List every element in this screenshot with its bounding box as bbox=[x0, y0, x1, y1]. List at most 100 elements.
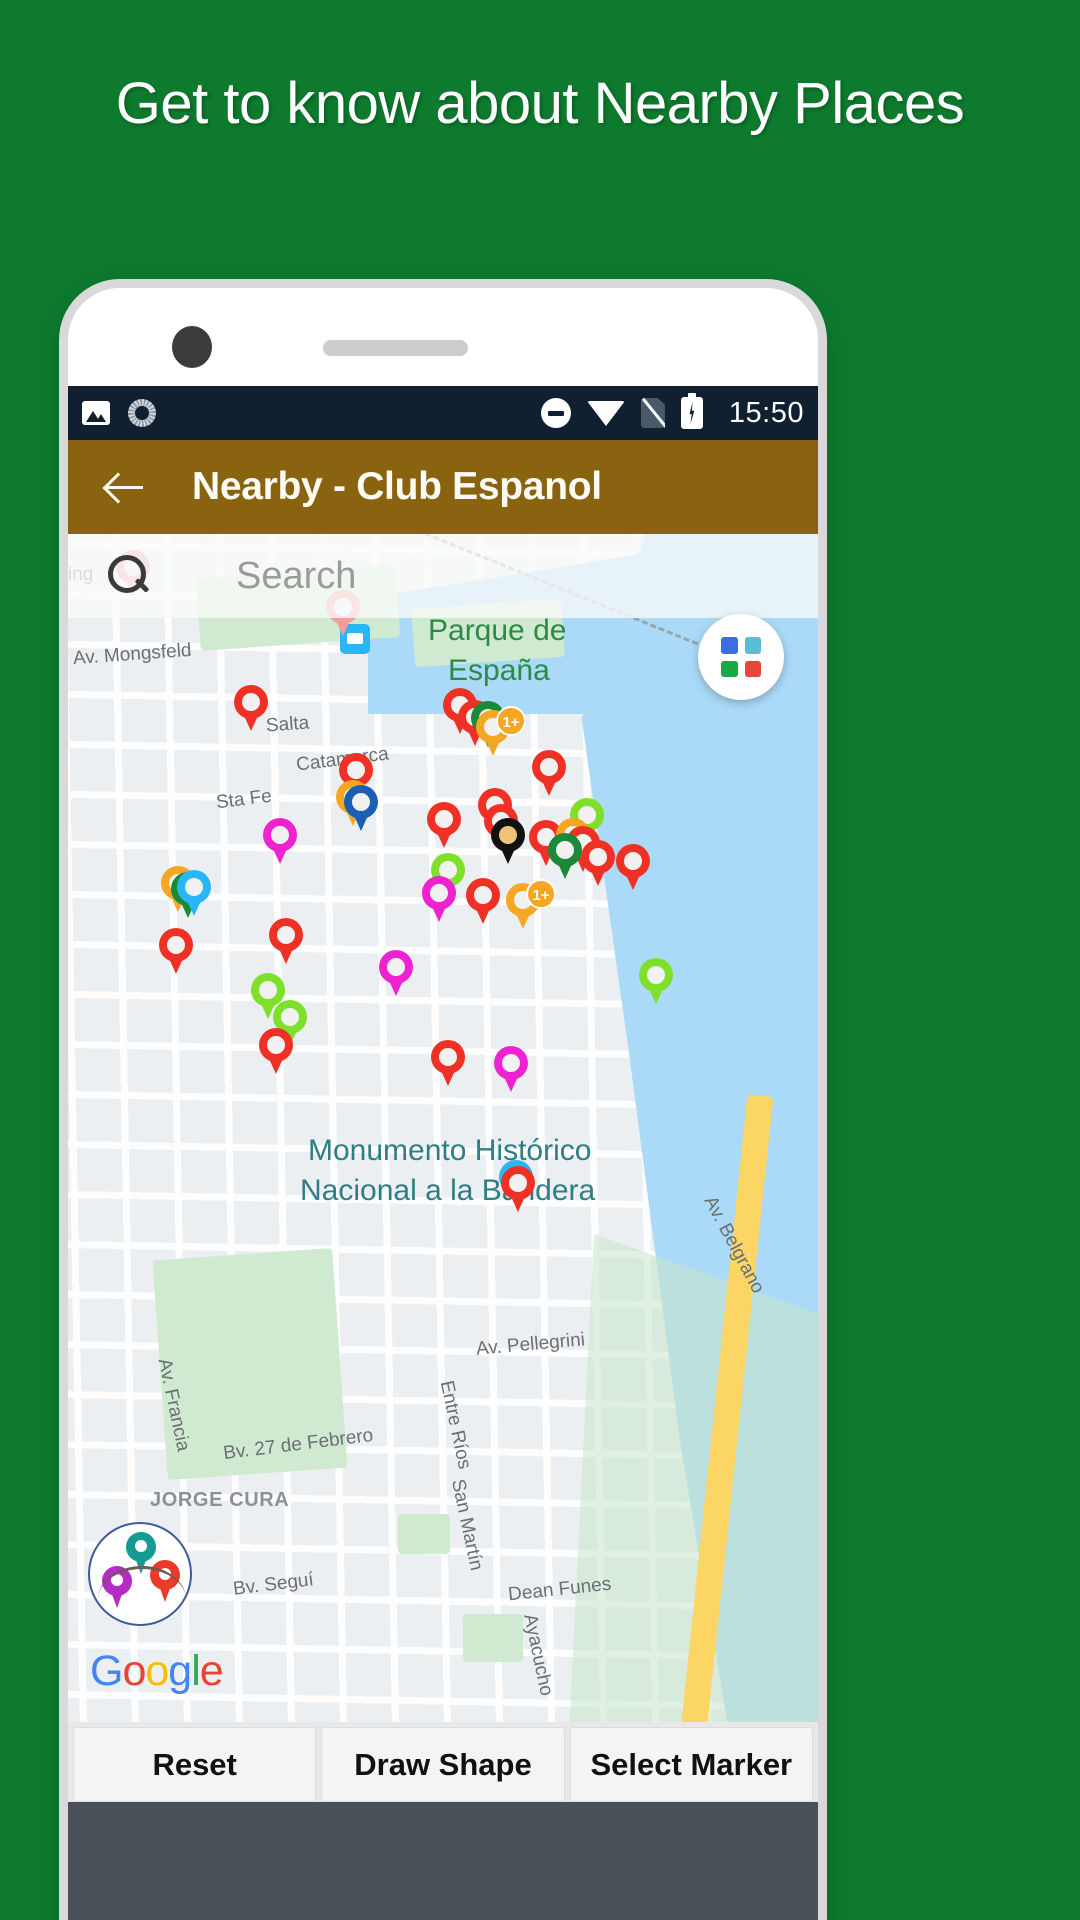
pin-dot bbox=[589, 848, 607, 866]
pin-tip bbox=[623, 868, 643, 890]
pin-dot bbox=[277, 926, 295, 944]
wifi-icon bbox=[586, 400, 625, 426]
select-marker-button[interactable]: Select Marker bbox=[569, 1727, 813, 1802]
pin-tip bbox=[386, 974, 406, 996]
category-square-green bbox=[721, 660, 738, 677]
cluster-marker[interactable]: 1+ bbox=[476, 706, 526, 756]
status-bar-left-icons bbox=[82, 399, 156, 427]
map-view[interactable]: Av. MongsfeldParque deEspañaSaltaCatamar… bbox=[68, 534, 818, 1722]
pin-dot bbox=[281, 1008, 299, 1026]
image-icon bbox=[82, 401, 110, 425]
battery-charging-icon bbox=[680, 393, 703, 429]
pin-tip bbox=[501, 1070, 521, 1092]
pin-dot bbox=[499, 826, 517, 844]
app-bar: Nearby - Club Espanol bbox=[68, 440, 818, 534]
pin-tip bbox=[184, 894, 204, 916]
place-marker[interactable] bbox=[494, 1046, 528, 1092]
category-square-red bbox=[744, 660, 761, 677]
reset-button[interactable]: Reset bbox=[73, 1727, 317, 1802]
pin-dot bbox=[502, 1054, 520, 1072]
phone-frame: 15:50 Nearby - Club Espanol Av. Mongsfel… bbox=[68, 288, 818, 1920]
promo-headline: Get to know about Nearby Places bbox=[115, 71, 965, 136]
place-marker[interactable] bbox=[422, 876, 456, 922]
place-marker[interactable] bbox=[379, 950, 413, 996]
place-marker[interactable] bbox=[344, 785, 378, 831]
category-square-blue bbox=[721, 637, 738, 654]
google-letter: o bbox=[145, 1647, 169, 1695]
nearby-places-logo bbox=[88, 1522, 192, 1626]
google-letter: o bbox=[122, 1647, 146, 1695]
pin-tip bbox=[434, 826, 454, 848]
map-park bbox=[463, 1614, 523, 1662]
map-categories-button[interactable] bbox=[698, 614, 784, 700]
map-label: España bbox=[448, 654, 550, 687]
google-letter: e bbox=[199, 1647, 224, 1695]
place-marker[interactable] bbox=[616, 844, 650, 890]
cluster-count-badge: 1+ bbox=[526, 879, 556, 909]
pin-tip bbox=[513, 907, 533, 929]
pin-tip bbox=[646, 982, 666, 1004]
search-icon[interactable] bbox=[106, 553, 152, 599]
place-marker[interactable] bbox=[234, 685, 268, 731]
pin-tip bbox=[270, 842, 290, 864]
status-bar-right-icons: 15:50 bbox=[540, 393, 804, 430]
front-camera-icon bbox=[172, 326, 212, 368]
pin-tip bbox=[429, 900, 449, 922]
pin-tip bbox=[483, 734, 503, 756]
phone-bezel bbox=[68, 288, 818, 386]
pin-dot bbox=[540, 758, 558, 776]
place-marker[interactable] bbox=[159, 928, 193, 974]
pin-tip bbox=[498, 842, 518, 864]
draw-shape-button[interactable]: Draw Shape bbox=[321, 1727, 565, 1802]
place-marker[interactable] bbox=[466, 878, 500, 924]
place-marker[interactable] bbox=[581, 840, 615, 886]
bottom-action-bar[interactable]: Reset Draw Shape Select Marker bbox=[68, 1722, 818, 1802]
pin-tip bbox=[266, 1052, 286, 1074]
pin-dot bbox=[439, 1048, 457, 1066]
category-square-cyan bbox=[744, 637, 761, 654]
cluster-marker[interactable]: 1+ bbox=[506, 879, 556, 929]
pin-dot bbox=[387, 958, 405, 976]
place-marker[interactable] bbox=[532, 750, 566, 796]
status-bar: 15:50 bbox=[68, 386, 818, 440]
pin-dot bbox=[185, 878, 203, 896]
place-marker[interactable] bbox=[177, 870, 211, 916]
pin-tip bbox=[539, 774, 559, 796]
earpiece-speaker bbox=[323, 340, 468, 356]
do-not-disturb-icon bbox=[540, 398, 571, 428]
pin-tip bbox=[588, 864, 608, 886]
current-location-marker[interactable] bbox=[491, 818, 525, 864]
pin-tip bbox=[508, 1190, 528, 1212]
pin-dot bbox=[271, 826, 289, 844]
pin-dot bbox=[352, 793, 370, 811]
pin-dot bbox=[556, 841, 574, 859]
pin-tip bbox=[276, 942, 296, 964]
place-marker[interactable] bbox=[548, 833, 582, 879]
place-marker[interactable] bbox=[269, 918, 303, 964]
back-arrow-icon[interactable] bbox=[102, 464, 148, 510]
pin-dot bbox=[647, 966, 665, 984]
place-marker[interactable] bbox=[259, 1028, 293, 1074]
map-label: JORGE CURA bbox=[150, 1489, 290, 1511]
pin-tip bbox=[241, 709, 261, 731]
place-marker[interactable] bbox=[263, 818, 297, 864]
map-label: Nacional a la Bandera bbox=[300, 1174, 596, 1207]
pin-dot bbox=[347, 761, 365, 779]
place-marker[interactable] bbox=[431, 1040, 465, 1086]
pin-dot bbox=[259, 981, 277, 999]
place-marker[interactable] bbox=[427, 802, 461, 848]
google-letter: l bbox=[191, 1647, 201, 1695]
page-title: Nearby - Club Espanol bbox=[192, 465, 602, 508]
map-park bbox=[398, 1514, 450, 1554]
place-marker[interactable] bbox=[501, 1166, 535, 1212]
pin-tip bbox=[438, 1064, 458, 1086]
google-letter: g bbox=[168, 1647, 192, 1695]
pin-dot bbox=[267, 1036, 285, 1054]
sim-off-icon bbox=[640, 398, 665, 428]
place-marker[interactable] bbox=[639, 958, 673, 1004]
pin-dot bbox=[242, 693, 260, 711]
map-label: Salta bbox=[265, 712, 310, 737]
search-input[interactable]: Search bbox=[236, 555, 356, 598]
pin-dot bbox=[509, 1174, 527, 1192]
search-bar[interactable]: Search bbox=[68, 534, 818, 618]
